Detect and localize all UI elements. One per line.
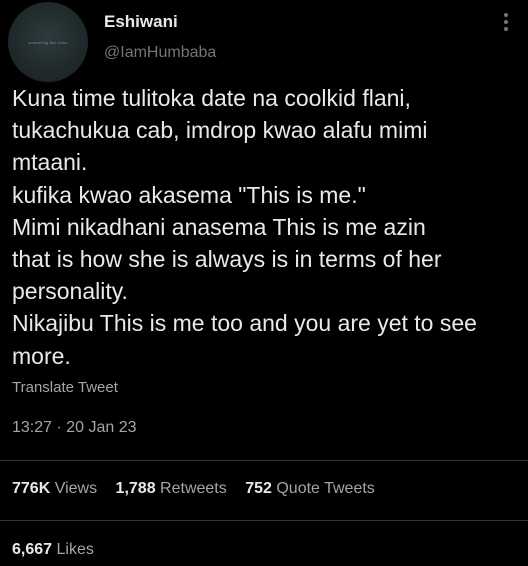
tweet-text-line: Nikajibu This is me too and you are yet … bbox=[12, 310, 477, 337]
tweet-text-line: that is how she is always is in terms of… bbox=[12, 246, 442, 273]
retweets-stat[interactable]: 1,788 Retweets bbox=[116, 480, 227, 498]
tweet-text-line: mtaani. bbox=[12, 149, 88, 176]
tweet-text-line: Kuna time tulitoka date na coolkid flani… bbox=[12, 85, 411, 111]
more-vertical-icon[interactable] bbox=[494, 10, 518, 34]
likes-stat[interactable]: 6,667 Likes bbox=[12, 541, 94, 559]
tweet-timestamp[interactable]: 13:27 · 20 Jan 23 bbox=[12, 419, 137, 437]
likes-label: Likes bbox=[56, 541, 94, 558]
tweet-text-line: kufika kwao akasema "This is me." bbox=[12, 181, 366, 208]
tweet-text-line: more. bbox=[12, 342, 71, 369]
author-handle[interactable]: @IamHumbaba bbox=[104, 44, 216, 62]
views-stat[interactable]: 776K Views bbox=[12, 480, 97, 498]
quotes-count: 752 bbox=[245, 480, 272, 497]
divider bbox=[0, 520, 528, 521]
tweet-text-line: Mimi nikadhani anasema This is me azin bbox=[12, 213, 426, 240]
retweets-count: 1,788 bbox=[115, 480, 156, 497]
avatar-text: something the voice bbox=[28, 39, 68, 45]
tweet-text-line: personality. bbox=[12, 278, 128, 305]
views-count: 776K bbox=[12, 480, 51, 497]
translate-tweet-link[interactable]: Translate Tweet bbox=[12, 379, 118, 396]
views-label: Views bbox=[54, 480, 98, 497]
quotes-label: Quote Tweets bbox=[276, 480, 375, 497]
avatar[interactable]: something the voice bbox=[8, 2, 88, 82]
author-display-name[interactable]: Eshiwani bbox=[104, 12, 178, 32]
tweet-text-line: tukachukua cab, imdrop kwao alafu mimi bbox=[12, 117, 428, 144]
likes-count: 6,667 bbox=[12, 541, 53, 558]
quote-tweets-stat[interactable]: 752 Quote Tweets bbox=[245, 480, 375, 498]
tweet-text: Kuna time tulitoka date na coolkid flani… bbox=[12, 82, 522, 372]
retweets-label: Retweets bbox=[160, 480, 227, 497]
divider bbox=[0, 460, 528, 461]
tweet-stats-row: 776K Views 1,788 Retweets 752 Quote Twee… bbox=[12, 480, 375, 498]
